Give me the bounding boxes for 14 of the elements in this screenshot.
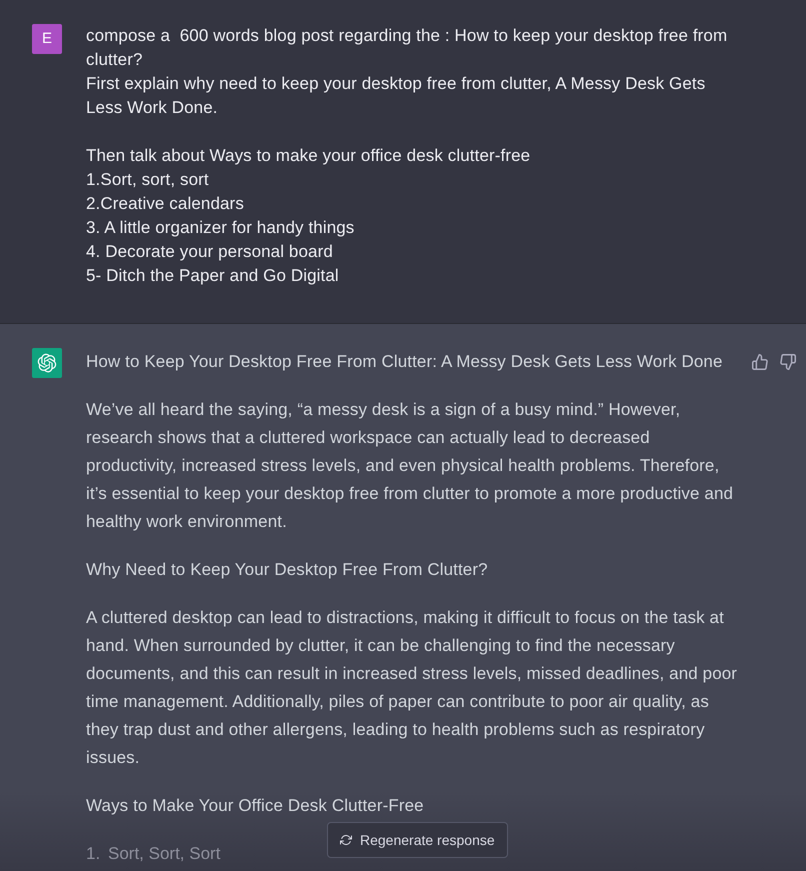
list-item-text: Sort, Sort, Sort xyxy=(108,843,220,865)
paragraph: We’ve all heard the saying, “a messy desk is a sign of a busy mind.” However, research shows that a cluttered workspace can actually lead to decreased productivity, increased stress levels, and even physical health problems. Therefore, it’s essential to keep your desktop free from clutter to promote a more productive and healthy work environment. xyxy=(86,399,734,533)
user-avatar: E xyxy=(32,24,62,54)
paragraph: Ways to Make Your Office Desk Clutter-Free xyxy=(86,795,425,817)
regenerate-button[interactable]: Regenerate response xyxy=(327,822,508,858)
refresh-icon xyxy=(340,835,352,845)
paragraph: A cluttered desktop can lead to distractions, making it difficult to focus on the task at hand. When surrounded by clutter, it can be challenging to find the necessary documents, and this can result in increased stress levels, missed deadlines, and poor time management. Additionally, piles of paper can contribute to poor air quality, as they trap dust and other allergens, leading to health problems such as respiratory issues. xyxy=(86,607,738,769)
paragraph: Why Need to Keep Your Desktop Free From Clutter? xyxy=(86,559,489,581)
paragraph: How to Keep Your Desktop Free From Clutter: A Messy Desk Gets Less Work Done xyxy=(86,351,724,373)
assistant-logo-icon xyxy=(32,348,62,378)
thumbs-down-icon[interactable] xyxy=(780,354,796,370)
list-number: 1. xyxy=(86,843,102,865)
message-text: compose a 600 words blog post regarding the : How to keep your desktop free from clutter? First explain why need to keep your desktop free from clutter, A Messy Desk Gets Less Work Done. Then talk about Ways to make your office desk clutter-free 1.Sort, sort, sort 2.Creative calendars 3. A little organizer for handy things 4. Decorate your personal board 5- Ditch the Paper and Go Digital xyxy=(86,25,728,287)
thumbs-up-icon[interactable] xyxy=(752,354,768,370)
